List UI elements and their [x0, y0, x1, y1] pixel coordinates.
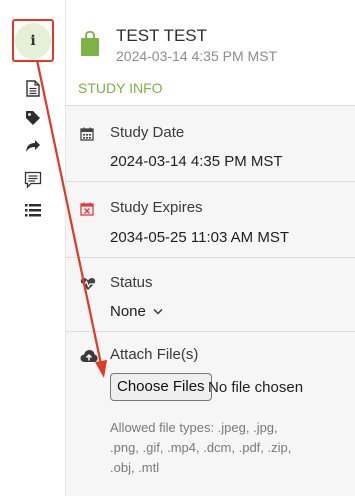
heartbeat-icon — [80, 277, 96, 290]
share-icon — [26, 140, 40, 152]
allowed-file-types-line: .png, .gif, .mp4, .dcm, .pdf, .zip, — [110, 440, 292, 455]
status-value: None — [110, 303, 146, 320]
study-expires-label: Study Expires — [110, 199, 203, 216]
attach-files-label: Attach File(s) — [110, 346, 199, 363]
status-select[interactable]: None — [110, 303, 163, 320]
status-label: Status — [110, 274, 153, 291]
shopping-bag-icon — [81, 31, 99, 56]
choose-files-button[interactable]: Choose Files — [110, 373, 212, 401]
study-date-label: Study Date — [110, 124, 185, 141]
study-date-section: Study Date 2024-03-14 4:35 PM MST — [66, 105, 355, 181]
allowed-file-types-line: .obj, .mtl — [110, 460, 160, 475]
study-date-value: 2024-03-14 4:35 PM MST — [110, 153, 283, 170]
study-expires-value: 2034-05-25 11:03 AM MST — [110, 229, 289, 246]
tag-icon — [26, 111, 40, 125]
comment-icon — [24, 171, 42, 189]
sidebar-nav: i — [0, 0, 66, 496]
document-icon — [26, 79, 40, 97]
patient-name: TEST TEST — [116, 26, 208, 45]
list-tab[interactable] — [13, 190, 53, 230]
allowed-file-types: Allowed file types: .jpeg, .jpg, .png, .… — [110, 418, 346, 478]
no-file-chosen-text: No file chosen — [208, 379, 304, 396]
study-header: TEST TEST 2024-03-14 4:35 PM MST STUDY I… — [66, 0, 355, 105]
highlight-box — [12, 19, 54, 62]
study-info-heading: STUDY INFO — [78, 80, 163, 96]
chevron-down-icon — [153, 309, 163, 315]
calendar-x-icon — [80, 202, 94, 216]
study-expires-section: Study Expires 2034-05-25 11:03 AM MST — [66, 181, 355, 257]
cloud-upload-icon — [80, 350, 98, 362]
study-info-panel: TEST TEST 2024-03-14 4:35 PM MST STUDY I… — [66, 0, 355, 496]
status-section: Status None — [66, 257, 355, 331]
study-datetime: 2024-03-14 4:35 PM MST — [116, 48, 278, 64]
calendar-icon — [80, 127, 94, 141]
allowed-file-types-line: Allowed file types: .jpeg, .jpg, — [110, 420, 278, 435]
list-icon — [25, 203, 41, 216]
